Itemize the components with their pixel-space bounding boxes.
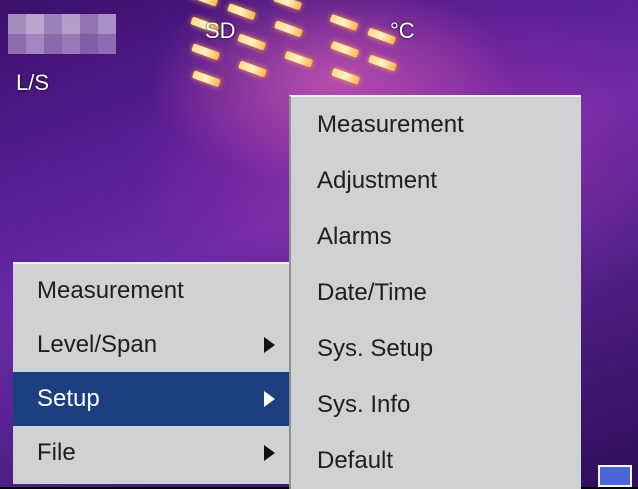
pixelated-region (8, 14, 116, 54)
hot-spot (191, 70, 221, 88)
main-menu-item-label: Setup (37, 385, 100, 412)
main-menu-item-measurement[interactable]: Measurement (13, 264, 289, 318)
submenu-item-sys-setup[interactable]: Sys. Setup (291, 321, 581, 377)
submenu-arrow-icon (264, 337, 275, 353)
palette-indicator (598, 465, 632, 487)
hot-spot (273, 20, 304, 38)
main-menu-item-setup[interactable]: Setup (13, 372, 289, 426)
submenu-item-measurement[interactable]: Measurement (291, 97, 581, 153)
main-menu-item-label: Level/Span (37, 331, 158, 358)
main-menu: Measurement Level/Span Setup File (13, 262, 289, 484)
setup-submenu: Measurement Adjustment Alarms Date/Time … (289, 95, 581, 489)
submenu-item-default[interactable]: Default (291, 433, 581, 489)
hot-spot (191, 43, 221, 61)
hot-spot (331, 67, 361, 85)
hot-spot (367, 54, 397, 72)
submenu-item-date-time[interactable]: Date/Time (291, 265, 581, 321)
temperature-unit: °C (390, 18, 415, 43)
hot-spot (273, 0, 303, 11)
main-menu-item-label: File (37, 439, 76, 466)
storage-indicator: SD (205, 18, 236, 43)
submenu-arrow-icon (264, 445, 275, 461)
submenu-arrow-icon (264, 391, 275, 407)
hot-spot (329, 13, 359, 32)
hot-spot (238, 60, 268, 78)
submenu-item-alarms[interactable]: Alarms (291, 209, 581, 265)
hot-spot (189, 0, 219, 7)
main-menu-item-level-span[interactable]: Level/Span (13, 318, 289, 372)
submenu-item-adjustment[interactable]: Adjustment (291, 153, 581, 209)
main-menu-item-label: Measurement (37, 277, 184, 304)
submenu-item-sys-info[interactable]: Sys. Info (291, 377, 581, 433)
main-menu-item-file[interactable]: File (13, 426, 289, 480)
level-span-mode: L/S (16, 70, 50, 95)
hot-spot (284, 50, 314, 68)
hot-spot (237, 33, 267, 51)
hot-spot (330, 40, 360, 58)
